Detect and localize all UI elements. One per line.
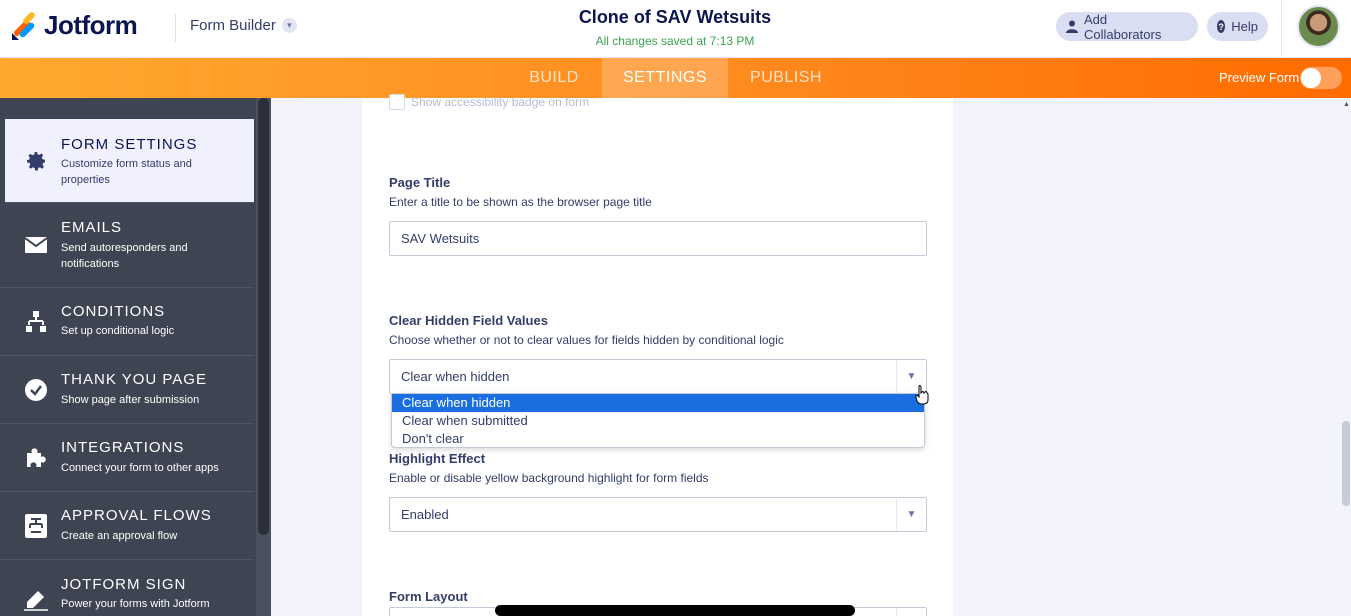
main-scrollbar[interactable] bbox=[1341, 98, 1351, 616]
sidebar-item-desc: Create an approval flow bbox=[61, 530, 178, 542]
help-label: Help bbox=[1231, 19, 1258, 34]
clear-hidden-desc: Choose whether or not to clear values fo… bbox=[389, 333, 784, 347]
help-button[interactable]: ? Help bbox=[1207, 12, 1268, 41]
add-collaborators-button[interactable]: Add Collaborators bbox=[1056, 11, 1198, 42]
sidebar-item-desc: Customize form status and properties bbox=[61, 158, 192, 186]
form-builder-menu[interactable]: Form Builder ▾ bbox=[190, 17, 297, 34]
tab-settings[interactable]: SETTINGS bbox=[602, 58, 728, 98]
header-separator bbox=[1281, 0, 1282, 58]
settings-panel bbox=[362, 98, 953, 616]
sidebar-item-title: JOTFORM SIGN bbox=[61, 576, 187, 593]
brand-name: Jotform bbox=[44, 10, 138, 40]
page-title-desc: Enter a title to be shown as the browser… bbox=[389, 195, 652, 209]
clear-hidden-select[interactable]: Clear when hidden ▼ bbox=[389, 359, 927, 394]
clear-hidden-value: Clear when hidden bbox=[401, 369, 510, 384]
sidebar-item-title: CONDITIONS bbox=[61, 303, 166, 320]
sidebar-item-desc: Connect your form to other apps bbox=[61, 462, 219, 474]
puzzle-icon bbox=[24, 446, 48, 470]
sidebar-item-desc: Power your forms with Jotform bbox=[61, 598, 210, 610]
form-layout-label: Form Layout bbox=[389, 589, 468, 604]
form-title[interactable]: Clone of SAV Wetsuits bbox=[475, 7, 875, 28]
tab-publish[interactable]: PUBLISH bbox=[736, 58, 836, 98]
save-status: All changes saved at 7:13 PM bbox=[595, 34, 755, 48]
settings-sidebar: FORM SETTINGS Customize form status and … bbox=[0, 98, 271, 616]
sidebar-item-desc: Set up conditional logic bbox=[61, 325, 175, 337]
sidebar-item-title: THANK YOU PAGE bbox=[61, 371, 207, 388]
sidebar-item-form-settings[interactable]: FORM SETTINGS Customize form status and … bbox=[5, 119, 254, 203]
clear-hidden-dropdown: Clear when hidden Clear when submitted D… bbox=[391, 393, 925, 448]
preview-form-label: Preview Form bbox=[1219, 70, 1300, 85]
header-divider bbox=[175, 14, 176, 42]
sidebar-item-emails[interactable]: EMAILS Send autoresponders and notificat… bbox=[0, 203, 254, 288]
pen-icon bbox=[24, 588, 48, 612]
page-title-input[interactable]: SAV Wetsuits bbox=[389, 221, 927, 256]
check-circle-icon bbox=[24, 378, 48, 402]
dropdown-option-clear-when-submitted[interactable]: Clear when submitted bbox=[392, 412, 924, 430]
sidebar-item-conditions[interactable]: CONDITIONS Set up conditional logic bbox=[0, 288, 254, 356]
sidebar-item-desc: Send autoresponders and notifications bbox=[61, 242, 188, 270]
accessibility-checkbox[interactable] bbox=[389, 94, 405, 110]
highlight-effect-select[interactable]: Enabled ▼ bbox=[389, 497, 927, 532]
clear-hidden-label: Clear Hidden Field Values bbox=[389, 313, 548, 328]
highlight-effect-desc: Enable or disable yellow background high… bbox=[389, 471, 709, 485]
jotform-logo-icon bbox=[12, 11, 35, 40]
sidebar-item-integrations[interactable]: INTEGRATIONS Connect your form to other … bbox=[0, 424, 254, 492]
help-icon: ? bbox=[1217, 20, 1226, 33]
overlay-bar bbox=[495, 605, 855, 616]
envelope-icon bbox=[24, 233, 48, 257]
preview-form-toggle[interactable] bbox=[1300, 67, 1342, 89]
scroll-up-icon[interactable]: ▲ bbox=[1343, 101, 1350, 108]
sidebar-item-desc: Show page after submission bbox=[61, 394, 200, 406]
top-header: Jotform Form Builder ▾ Clone of SAV Wets… bbox=[0, 0, 1351, 58]
tab-build[interactable]: BUILD bbox=[512, 58, 596, 98]
sidebar-item-title: EMAILS bbox=[61, 219, 123, 236]
builder-navbar: BUILD SETTINGS PUBLISH Preview Form bbox=[0, 58, 1351, 98]
sidebar-item-title: APPROVAL FLOWS bbox=[61, 507, 212, 524]
dropdown-option-dont-clear[interactable]: Don't clear bbox=[392, 430, 924, 448]
sidebar-item-thank-you-page[interactable]: THANK YOU PAGE Show page after submissio… bbox=[0, 356, 254, 424]
approval-flow-icon bbox=[24, 514, 48, 538]
form-builder-label: Form Builder bbox=[190, 17, 276, 34]
toggle-knob bbox=[1301, 68, 1321, 88]
chevron-down-icon[interactable]: ▼ bbox=[896, 498, 926, 531]
accessibility-badge-option[interactable]: Show accessibility badge on form bbox=[389, 94, 589, 110]
user-icon bbox=[1066, 20, 1078, 33]
flowchart-icon bbox=[24, 310, 48, 334]
sidebar-item-approval-flows[interactable]: APPROVAL FLOWS Create an approval flow bbox=[0, 492, 254, 560]
sidebar-scrollbar-thumb[interactable] bbox=[258, 98, 269, 535]
sidebar-item-title: INTEGRATIONS bbox=[61, 439, 185, 456]
add-collaborators-label: Add Collaborators bbox=[1084, 11, 1162, 42]
chevron-down-icon[interactable] bbox=[896, 608, 926, 616]
highlight-effect-label: Highlight Effect bbox=[389, 451, 486, 466]
dropdown-option-clear-when-hidden[interactable]: Clear when hidden bbox=[392, 394, 924, 412]
main-scrollbar-thumb[interactable] bbox=[1342, 421, 1350, 506]
jotform-logo[interactable]: Jotform bbox=[10, 10, 138, 41]
sidebar-item-jotform-sign[interactable]: JOTFORM SIGN Power your forms with Jotfo… bbox=[0, 560, 254, 616]
gear-icon bbox=[24, 149, 48, 173]
chevron-down-icon: ▾ bbox=[281, 18, 297, 33]
hand-cursor-icon bbox=[915, 385, 929, 405]
page-title-label: Page Title bbox=[389, 175, 451, 190]
accessibility-label: Show accessibility badge on form bbox=[411, 95, 590, 109]
highlight-effect-value: Enabled bbox=[401, 507, 449, 522]
form-title-area: Clone of SAV Wetsuits All changes saved … bbox=[475, 7, 875, 48]
sidebar-item-title: FORM SETTINGS bbox=[61, 136, 198, 153]
avatar[interactable] bbox=[1297, 5, 1340, 48]
